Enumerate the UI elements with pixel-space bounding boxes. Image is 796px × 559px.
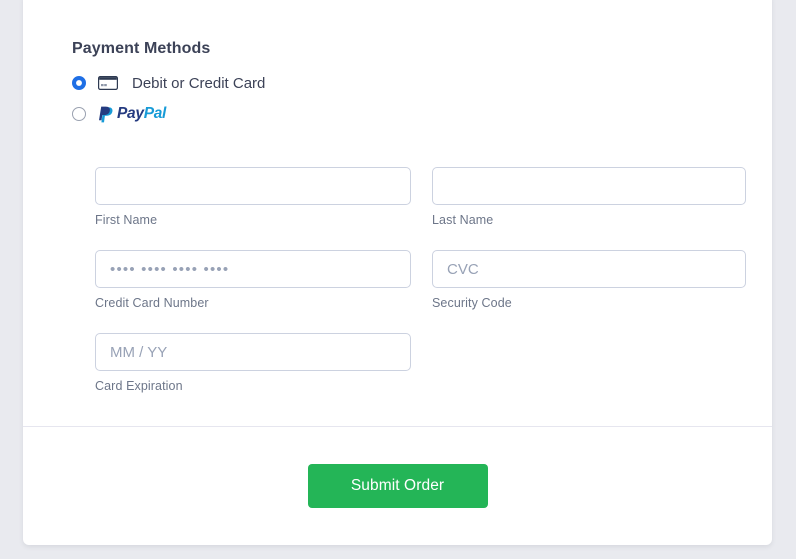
radio-card-selected[interactable]: [72, 76, 86, 90]
last-name-input[interactable]: [432, 167, 746, 205]
payment-method-option-card[interactable]: Debit or Credit Card: [72, 72, 265, 94]
paypal-logo-text-pal: Pal: [143, 105, 167, 122]
form-footer: Submit Order: [23, 427, 772, 545]
radio-paypal-unselected[interactable]: [72, 107, 86, 121]
field-first-name: First Name: [95, 167, 411, 227]
paypal-icon: Pay Pal: [98, 105, 166, 123]
last-name-label: Last Name: [432, 213, 494, 227]
submit-order-button[interactable]: Submit Order: [307, 464, 488, 508]
card-expiration-input[interactable]: [95, 333, 411, 371]
first-name-label: First Name: [95, 213, 158, 227]
first-name-input[interactable]: [95, 167, 411, 205]
payment-form-section: Payment Methods Debit or Credit Card Pay…: [23, 0, 772, 432]
security-code-label: Security Code: [432, 296, 512, 310]
credit-card-number-label: Credit Card Number: [95, 296, 209, 310]
field-card-expiration: Card Expiration: [95, 333, 411, 393]
field-last-name: Last Name: [432, 167, 746, 227]
field-credit-card-number: Credit Card Number: [95, 250, 411, 310]
credit-card-icon: [98, 76, 118, 90]
credit-card-number-input[interactable]: [95, 250, 411, 288]
security-code-input[interactable]: [432, 250, 746, 288]
field-security-code: Security Code: [432, 250, 746, 310]
paypal-logo-text-pay: Pay: [117, 105, 144, 122]
checkout-page: Payment Methods Debit or Credit Card Pay…: [0, 0, 796, 559]
card-expiration-label: Card Expiration: [95, 379, 183, 393]
payment-method-option-paypal[interactable]: Pay Pal: [72, 103, 166, 125]
payment-card-panel: Payment Methods Debit or Credit Card Pay…: [23, 0, 772, 545]
page-title: Payment Methods: [72, 40, 211, 57]
payment-method-label-card: Debit or Credit Card: [132, 74, 266, 92]
